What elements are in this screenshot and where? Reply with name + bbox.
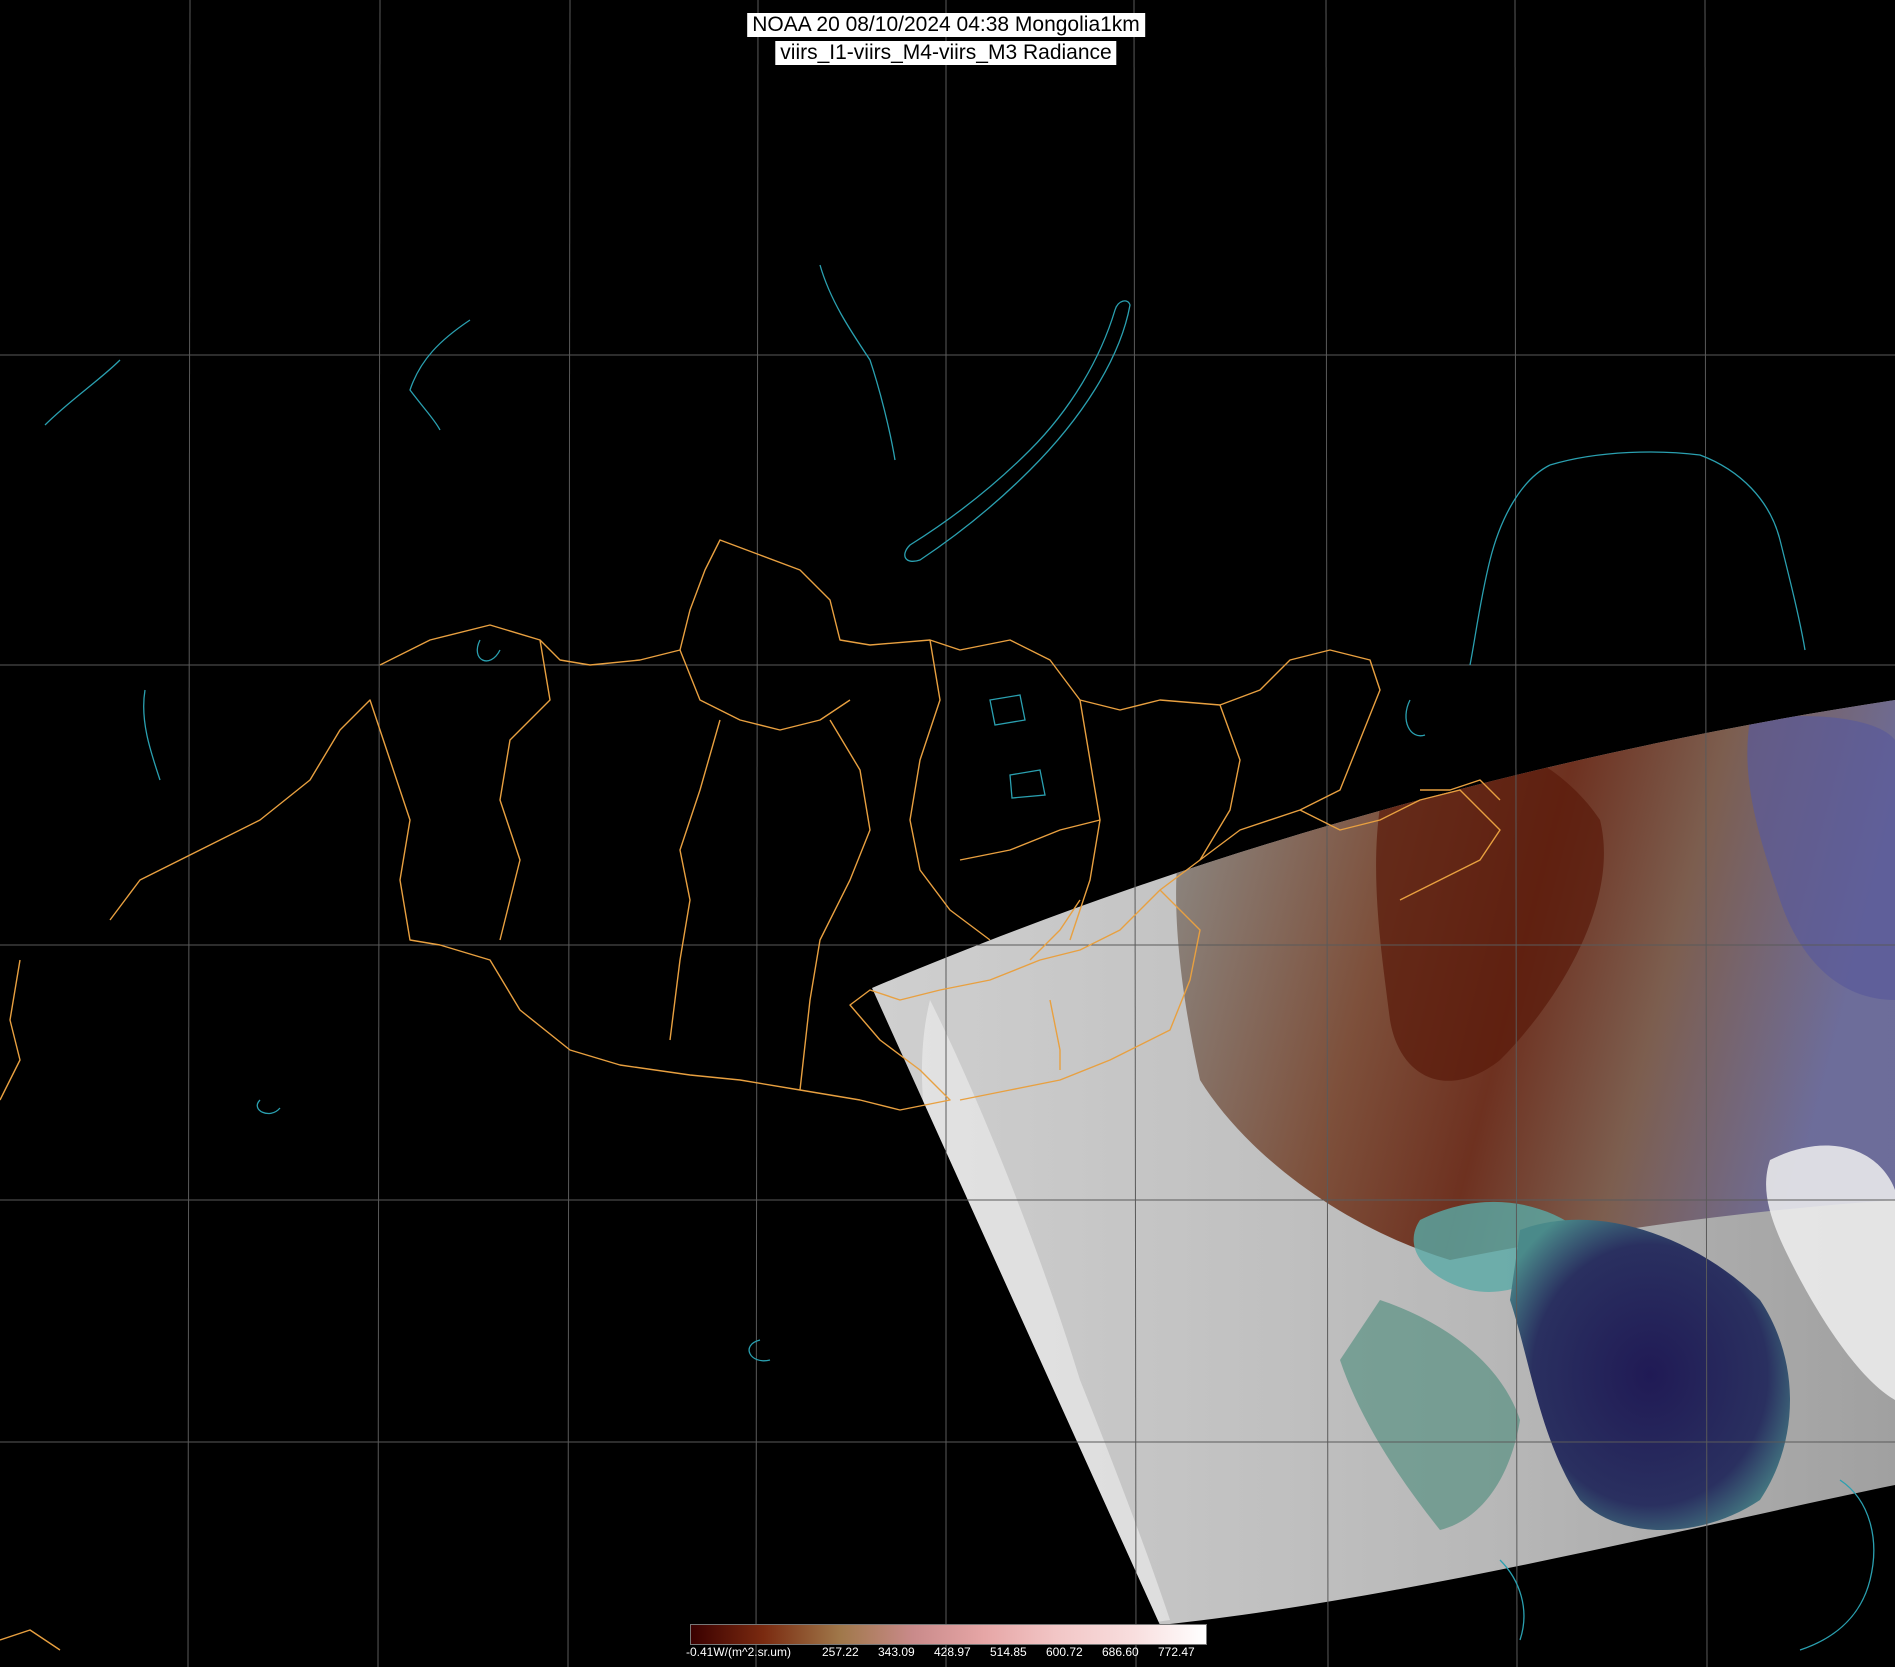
province-line-1 xyxy=(499,639,551,941)
colorbar-tick: 257.22 xyxy=(822,1645,859,1659)
province-line-8 xyxy=(959,819,1101,861)
lake-center-2 xyxy=(1009,769,1046,799)
river-north xyxy=(819,264,896,461)
colorbar xyxy=(690,1624,1207,1645)
border-far-west xyxy=(0,959,21,1101)
province-line-2 xyxy=(679,649,851,731)
lake-east xyxy=(1405,699,1426,737)
lake-center-1 xyxy=(989,694,1026,726)
map-title-line1: NOAA 20 08/10/2024 04:38 Mongolia1km xyxy=(747,13,1145,37)
colorbar-tick: 514.85 xyxy=(990,1645,1027,1659)
lake-khuvsgul-area xyxy=(476,639,501,662)
province-line-7 xyxy=(1199,704,1241,861)
amur-coast xyxy=(1549,451,1806,651)
amur-west xyxy=(1469,464,1551,666)
colorbar-unit-label: -0.41W/(m^2.sr.um) xyxy=(686,1645,791,1659)
satellite-swath xyxy=(872,700,1895,1625)
coast-south xyxy=(1499,1559,1525,1641)
lake-baikal xyxy=(904,300,1131,562)
province-line-3 xyxy=(669,719,721,1041)
lake-far-nw xyxy=(44,359,121,426)
colorbar-tick: 600.72 xyxy=(1046,1645,1083,1659)
colorbar-tick: 343.09 xyxy=(878,1645,915,1659)
border-sw xyxy=(0,1629,61,1651)
province-line-5 xyxy=(909,639,991,941)
lake-sw xyxy=(256,1099,281,1115)
coast-southeast xyxy=(1799,1479,1875,1651)
map-view[interactable] xyxy=(0,0,1895,1667)
province-line-4 xyxy=(799,719,871,1091)
map-title-line2: viirs_I1-viirs_M4-viirs_M3 Radiance xyxy=(775,41,1117,65)
colorbar-tick: 686.60 xyxy=(1102,1645,1139,1659)
lake-nw xyxy=(409,319,471,431)
lake-south xyxy=(748,1339,771,1362)
colorbar-tick: 772.47 xyxy=(1158,1645,1195,1659)
colorbar-tick: 428.97 xyxy=(934,1645,971,1659)
lake-west xyxy=(143,689,161,781)
satellite-image-canvas: NOAA 20 08/10/2024 04:38 Mongolia1km vii… xyxy=(0,0,1895,1667)
colorbar-labels: -0.41W/(m^2.sr.um) 257.22 343.09 428.97 … xyxy=(686,1645,1210,1661)
